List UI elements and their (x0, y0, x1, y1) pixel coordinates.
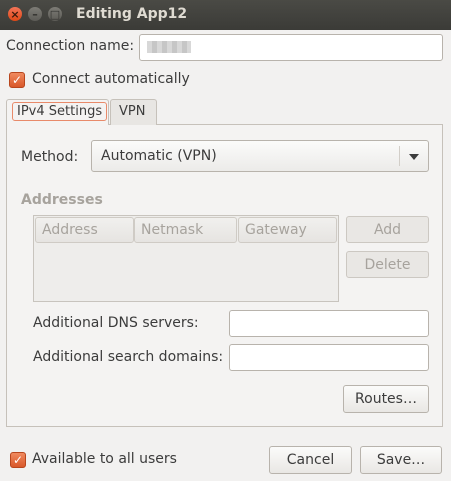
column-header-gateway[interactable]: Gateway (238, 217, 337, 243)
minimize-icon[interactable]: – (28, 7, 42, 21)
connect-automatically-checkbox[interactable]: ✓ (9, 72, 25, 88)
tab-vpn-label: VPN (119, 104, 146, 119)
connect-automatically-label: Connect automatically (32, 71, 190, 87)
cancel-button[interactable]: Cancel (269, 446, 352, 474)
tab-ipv4-settings-label: IPv4 Settings (12, 102, 108, 121)
search-domains-field[interactable] (229, 344, 429, 371)
available-to-all-users-label: Available to all users (32, 451, 177, 467)
title-bar: × – □ Editing App12 (0, 0, 451, 30)
search-domains-label: Additional search domains: (33, 349, 224, 365)
close-icon[interactable]: × (8, 7, 22, 21)
method-select-value: Automatic (VPN) (101, 148, 217, 164)
chevron-down-icon (409, 154, 419, 160)
save-button[interactable]: Save… (360, 446, 442, 474)
connection-name-label: Connection name: (6, 38, 135, 54)
combo-separator (399, 146, 400, 166)
dns-servers-label: Additional DNS servers: (33, 315, 199, 331)
method-select[interactable]: Automatic (VPN) (91, 140, 429, 172)
add-address-button[interactable]: Add (346, 216, 429, 243)
connection-name-value-obscured (147, 41, 191, 53)
routes-button[interactable]: Routes… (343, 385, 429, 413)
window-title: Editing App12 (76, 6, 188, 22)
tab-vpn[interactable]: VPN (110, 99, 157, 125)
dns-servers-field[interactable] (229, 310, 429, 337)
tab-ipv4-settings[interactable]: IPv4 Settings (6, 99, 109, 125)
addresses-table: Address Netmask Gateway (33, 215, 339, 302)
available-to-all-users-checkbox[interactable]: ✓ (10, 452, 26, 468)
maximize-icon[interactable]: □ (48, 7, 62, 21)
method-label: Method: (21, 149, 79, 165)
addresses-heading: Addresses (21, 192, 103, 208)
connection-name-field[interactable] (139, 34, 443, 61)
delete-address-button[interactable]: Delete (346, 251, 429, 278)
column-header-address[interactable]: Address (35, 217, 134, 243)
column-header-netmask[interactable]: Netmask (134, 217, 237, 243)
